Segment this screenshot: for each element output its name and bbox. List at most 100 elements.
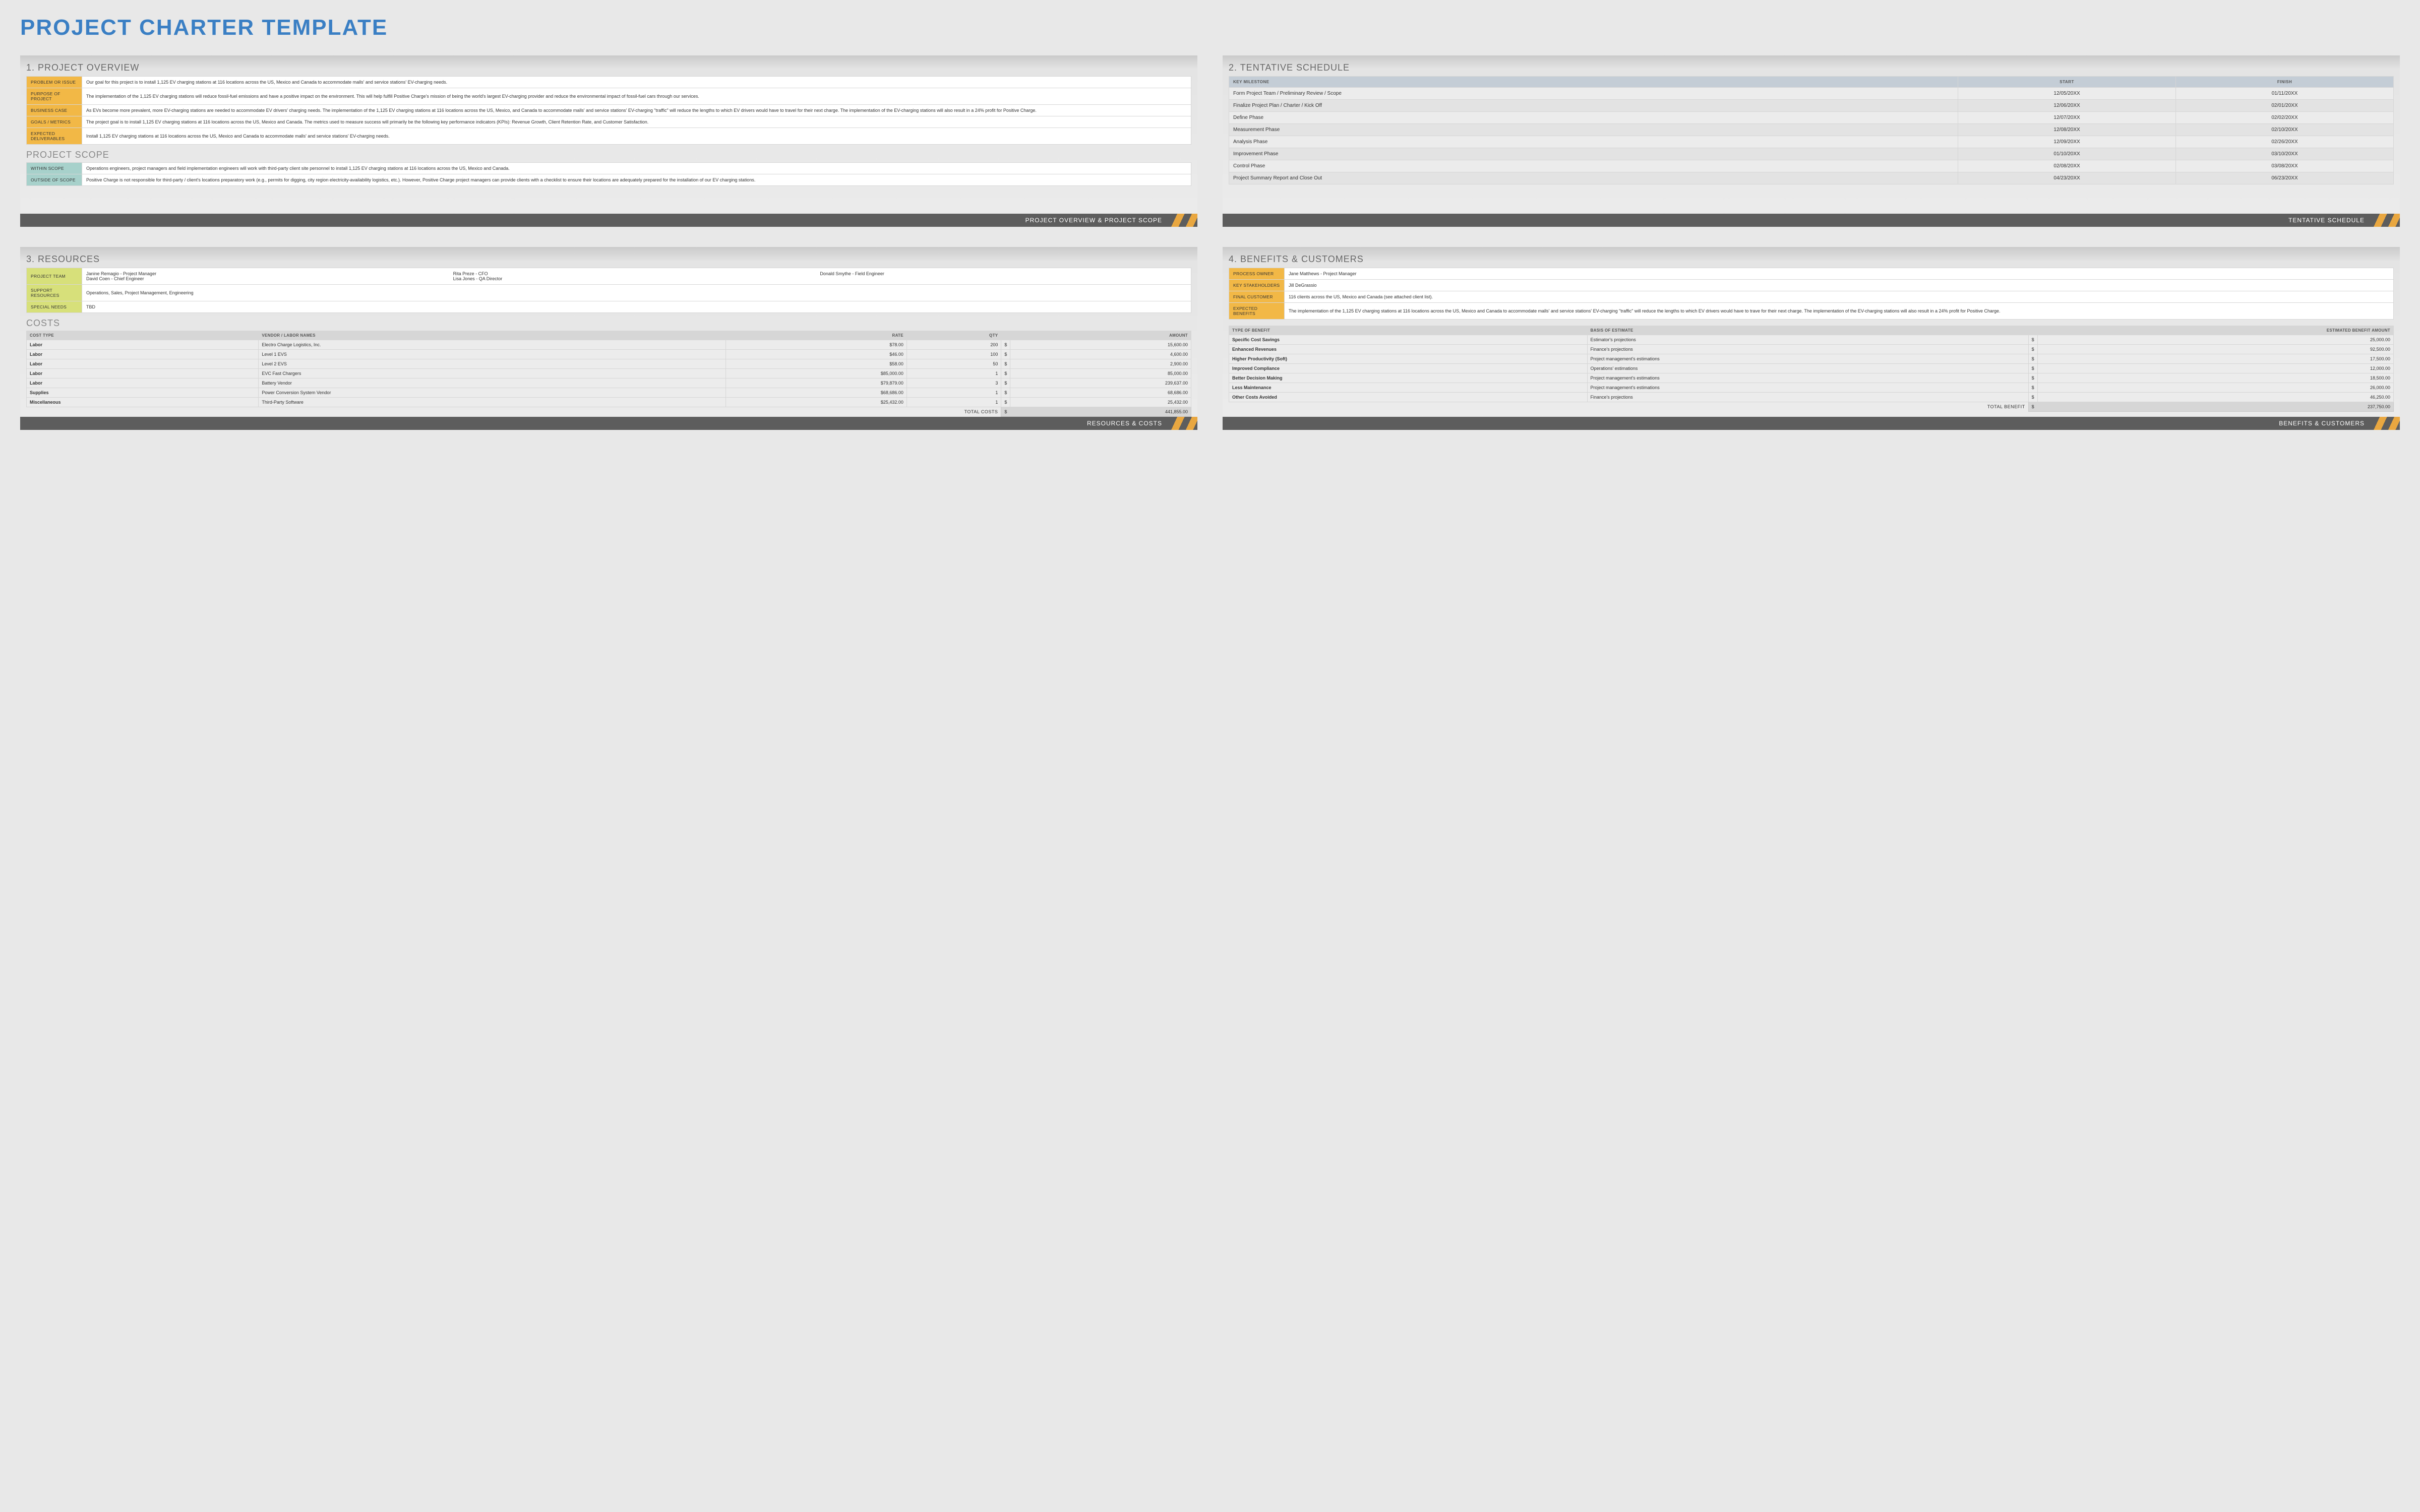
start-date: 04/23/20XX	[1958, 172, 2176, 184]
cost-qty: 50	[906, 359, 1001, 369]
kv-label: PROBLEM OR ISSUE	[27, 77, 82, 88]
benefits-heading: 4. BENEFITS & CUSTOMERS	[1229, 254, 2394, 265]
cost-rate: $58.00	[726, 359, 907, 369]
resources-table: PROJECT TEAM Janine Remagio - Project Ma…	[26, 268, 1191, 313]
kv-row: EXPECTED DELIVERABLESInstall 1,125 EV ch…	[27, 128, 1191, 145]
benefit-basis: Operations' estimations	[1587, 364, 2028, 373]
col-benefit-amount: ESTIMATED BENEFIT AMOUNT	[2028, 326, 2393, 335]
cost-dollar: $	[1001, 340, 1010, 350]
kv-row: GOALS / METRICSThe project goal is to in…	[27, 116, 1191, 128]
col-basis: BASIS OF ESTIMATE	[1587, 326, 2028, 335]
benefit-basis: Project management's estimations	[1587, 354, 2028, 364]
schedule-footer: TENTATIVE SCHEDULE	[1223, 214, 2400, 227]
benefit-type: Specific Cost Savings	[1229, 335, 1588, 345]
kv-label: EXPECTED DELIVERABLES	[27, 128, 82, 145]
cost-amount: 25,432.00	[1010, 398, 1191, 407]
support-value: Operations, Sales, Project Management, E…	[82, 285, 1191, 301]
schedule-row: Improvement Phase01/10/20XX03/10/20XX	[1229, 148, 2394, 160]
cost-rate: $78.00	[726, 340, 907, 350]
milestone: Finalize Project Plan / Charter / Kick O…	[1229, 100, 1958, 112]
costs-table: COST TYPE VENDOR / LABOR NAMES RATE QTY …	[26, 331, 1191, 417]
cost-vendor: Level 2 EVS	[259, 359, 726, 369]
benefit-amount: 46,250.00	[2037, 393, 2393, 402]
kv-label: GOALS / METRICS	[27, 116, 82, 128]
total-benefit-label: TOTAL BENEFIT	[1229, 402, 2029, 412]
benefit-row: Better Decision MakingProject management…	[1229, 373, 2394, 383]
resources-heading: 3. RESOURCES	[26, 254, 1191, 265]
kv-value: Operations engineers, project managers a…	[82, 163, 1191, 174]
benefits-footer: BENEFITS & CUSTOMERS	[1223, 417, 2400, 430]
milestone: Improvement Phase	[1229, 148, 1958, 160]
total-costs-amount: $441,855.00	[1001, 407, 1191, 417]
benefit-row: Other Costs AvoidedFinance's projections…	[1229, 393, 2394, 402]
support-label: SUPPORT RESOURCES	[27, 285, 82, 301]
scope-table: WITHIN SCOPEOperations engineers, projec…	[26, 162, 1191, 186]
benefit-type: Better Decision Making	[1229, 373, 1588, 383]
finish-date: 02/10/20XX	[2176, 124, 2394, 136]
col-vendor: VENDOR / LABOR NAMES	[259, 331, 726, 340]
kv-label: PROCESS OWNER	[1229, 268, 1285, 280]
kv-value: Positive Charge is not responsible for t…	[82, 174, 1191, 186]
start-date: 12/05/20XX	[1958, 88, 2176, 100]
total-benefit-amount: $237,750.00	[2028, 402, 2393, 412]
cost-qty: 1	[906, 388, 1001, 398]
milestone: Measurement Phase	[1229, 124, 1958, 136]
cost-vendor: Power Conversion System Vendor	[259, 388, 726, 398]
scope-heading: PROJECT SCOPE	[26, 150, 1191, 160]
schedule-row: Analysis Phase12/09/20XX02/26/20XX	[1229, 136, 2394, 148]
cost-rate: $68,686.00	[726, 388, 907, 398]
schedule-row: Finalize Project Plan / Charter / Kick O…	[1229, 100, 2394, 112]
kv-row: PROBLEM OR ISSUEOur goal for this projec…	[27, 77, 1191, 88]
schedule-row: Project Summary Report and Close Out04/2…	[1229, 172, 2394, 184]
team-c1r1: Janine Remagio - Project Manager	[86, 271, 453, 276]
cost-amount: 68,686.00	[1010, 388, 1191, 398]
cost-rate: $85,000.00	[726, 369, 907, 379]
milestone: Control Phase	[1229, 160, 1958, 172]
schedule-row: Define Phase12/07/20XX02/02/20XX	[1229, 112, 2394, 124]
benefit-type: Higher Productivity (Soft)	[1229, 354, 1588, 364]
cost-qty: 200	[906, 340, 1001, 350]
overview-table: PROBLEM OR ISSUEOur goal for this projec…	[26, 76, 1191, 145]
cost-amount: 15,600.00	[1010, 340, 1191, 350]
benefit-type: Improved Compliance	[1229, 364, 1588, 373]
cost-amount: 85,000.00	[1010, 369, 1191, 379]
benefit-type: Enhanced Revenues	[1229, 345, 1588, 354]
kv-label: KEY STAKEHOLDERS	[1229, 280, 1285, 291]
finish-date: 03/08/20XX	[2176, 160, 2394, 172]
cost-type: Miscellaneous	[27, 398, 259, 407]
benefit-basis: Finance's projections	[1587, 345, 2028, 354]
kv-value: As EVs become more prevalent, more EV-ch…	[82, 105, 1191, 116]
cost-type: Labor	[27, 379, 259, 388]
cost-vendor: Electro Charge Logistics, Inc.	[259, 340, 726, 350]
kv-row: PURPOSE OF PROJECTThe implementation of …	[27, 88, 1191, 105]
benefit-row: Improved ComplianceOperations' estimatio…	[1229, 364, 2394, 373]
cost-type: Labor	[27, 340, 259, 350]
kv-row: BUSINESS CASEAs EVs become more prevalen…	[27, 105, 1191, 116]
milestone: Define Phase	[1229, 112, 1958, 124]
benefit-basis: Finance's projections	[1587, 393, 2028, 402]
benefit-type: Less Maintenance	[1229, 383, 1588, 393]
cost-dollar: $	[1001, 350, 1010, 359]
benefit-row: Less MaintenanceProject management's est…	[1229, 383, 2394, 393]
cost-amount: 4,600.00	[1010, 350, 1191, 359]
special-value: TBD	[82, 301, 1191, 313]
start-date: 12/06/20XX	[1958, 100, 2176, 112]
kv-label: EXPECTED BENEFITS	[1229, 303, 1285, 320]
benefit-dollar: $	[2028, 335, 2037, 345]
kv-value: Jill DeGrassio	[1285, 280, 2394, 291]
start-date: 02/08/20XX	[1958, 160, 2176, 172]
finish-date: 02/02/20XX	[2176, 112, 2394, 124]
kv-value: 116 clients across the US, Mexico and Ca…	[1285, 291, 2394, 303]
kv-label: BUSINESS CASE	[27, 105, 82, 116]
kv-row: WITHIN SCOPEOperations engineers, projec…	[27, 163, 1191, 174]
finish-date: 03/10/20XX	[2176, 148, 2394, 160]
team-c2r2: Lisa Jones - QA Director	[453, 276, 820, 281]
cost-type: Labor	[27, 369, 259, 379]
schedule-row: Measurement Phase12/08/20XX02/10/20XX	[1229, 124, 2394, 136]
team-value: Janine Remagio - Project Manager David C…	[82, 268, 1191, 285]
kv-value: The project goal is to install 1,125 EV …	[82, 116, 1191, 128]
total-costs-label: TOTAL COSTS	[27, 407, 1001, 417]
kv-label: OUTSIDE OF SCOPE	[27, 174, 82, 186]
cost-vendor: Battery Vendor	[259, 379, 726, 388]
cost-qty: 3	[906, 379, 1001, 388]
